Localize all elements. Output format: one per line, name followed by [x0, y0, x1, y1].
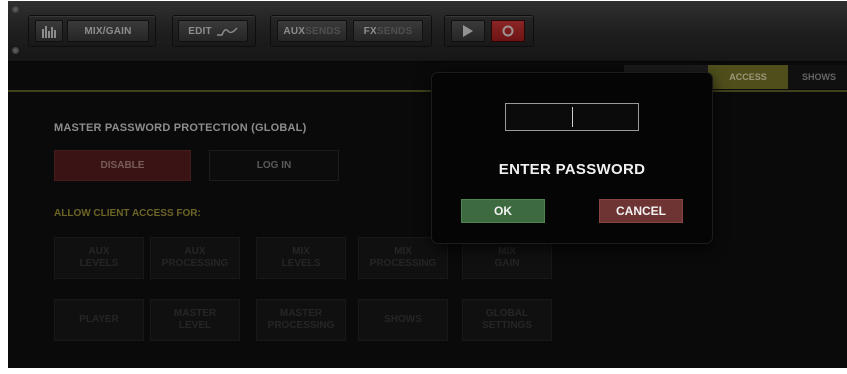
- password-dialog: ENTER PASSWORD OK CANCEL: [432, 73, 712, 243]
- modal-backdrop: [8, 1, 847, 368]
- ok-button[interactable]: OK: [461, 199, 545, 223]
- text-cursor: [572, 107, 573, 127]
- password-input[interactable]: [505, 103, 639, 131]
- app-window: MIX/GAIN EDIT AUX SENDS FX SENDS ACCESS …: [8, 1, 847, 368]
- cancel-label: CANCEL: [616, 204, 666, 218]
- cancel-button[interactable]: CANCEL: [599, 199, 683, 223]
- dialog-title: ENTER PASSWORD: [498, 161, 646, 178]
- ok-label: OK: [494, 204, 512, 218]
